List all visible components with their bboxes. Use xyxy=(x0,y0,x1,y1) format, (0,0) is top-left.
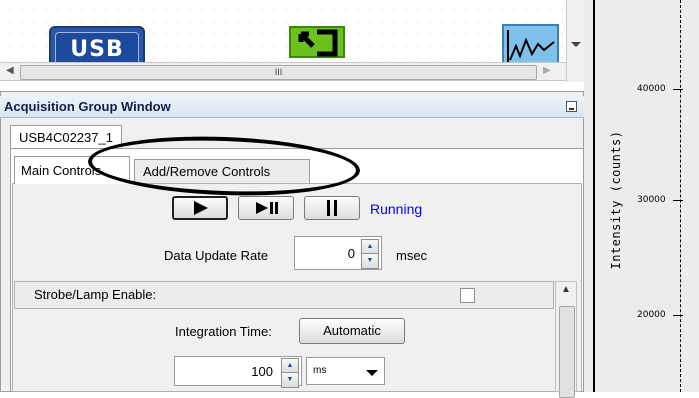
spectrum-graph-icon[interactable] xyxy=(502,24,559,64)
pause-icon xyxy=(327,200,337,216)
y-axis-label: Intensity (counts) xyxy=(609,130,623,270)
pause-button[interactable] xyxy=(304,196,360,220)
minimize-icon[interactable] xyxy=(566,101,577,112)
data-update-rate-label: Data Update Rate xyxy=(164,248,269,263)
automatic-button[interactable]: Automatic xyxy=(299,318,405,344)
strobe-lamp-checkbox[interactable] xyxy=(460,288,475,303)
window-title: Acquisition Group Window xyxy=(4,99,171,114)
data-update-rate-unit: msec xyxy=(396,248,428,263)
y-tick-mark xyxy=(673,315,683,316)
scrollbar-thumb[interactable]: III xyxy=(20,65,537,80)
single-step-button[interactable] xyxy=(238,196,294,220)
integration-time-label: Integration Time: xyxy=(175,324,272,339)
y-axis xyxy=(680,0,681,392)
usb-label: USB xyxy=(55,32,139,66)
graph-separator xyxy=(593,0,595,392)
controls-vertical-scrollbar[interactable]: ▲ xyxy=(555,281,577,398)
green-export-icon[interactable] xyxy=(289,26,345,58)
canvas-horizontal-scrollbar[interactable]: ◀ III ▶ xyxy=(0,62,566,81)
scroll-right-arrow-icon[interactable]: ▶ xyxy=(543,65,551,76)
scroll-down-arrow-icon[interactable] xyxy=(571,42,581,47)
tab-main-controls-label: Main Controls xyxy=(21,163,102,178)
scroll-up-arrow-icon[interactable]: ▲ xyxy=(561,284,571,295)
y-tick-label: 20000 xyxy=(637,310,666,320)
y-tick-mark xyxy=(673,200,683,201)
scroll-left-arrow-icon[interactable]: ◀ xyxy=(6,65,14,76)
y-tick-label: 40000 xyxy=(637,84,666,94)
y-tick-label: 30000 xyxy=(637,195,666,205)
device-tab-label: USB4C02237_1 xyxy=(19,130,113,145)
tab-device[interactable]: USB4C02237_1 xyxy=(10,125,122,149)
acquisition-status: Running xyxy=(370,201,423,217)
step-icon xyxy=(256,202,278,214)
data-update-rate-field[interactable]: 0 ▲ ▼ xyxy=(294,236,382,270)
data-update-rate-value: 0 xyxy=(347,246,355,261)
tab-add-remove-controls[interactable]: Add/Remove Controls xyxy=(134,159,310,183)
strobe-lamp-label: Strobe/Lamp Enable: xyxy=(34,287,157,302)
canvas-vertical-scrollbar[interactable] xyxy=(566,0,584,82)
integration-time-field[interactable]: 100 ▲ ▼ xyxy=(174,356,302,388)
tab-add-remove-label: Add/Remove Controls xyxy=(143,164,271,179)
y-tick-mark xyxy=(673,89,683,90)
tab-main-controls[interactable]: Main Controls xyxy=(14,156,130,184)
play-button[interactable] xyxy=(172,196,228,220)
play-icon xyxy=(194,201,208,215)
integration-unit-value: ms xyxy=(313,365,327,376)
integration-unit-select[interactable]: ms xyxy=(306,357,385,385)
chevron-down-icon xyxy=(366,370,378,376)
y-axis-label-box: Intensity (counts) xyxy=(596,129,636,277)
controls-scrollbar-thumb[interactable] xyxy=(559,306,575,398)
integration-time-value: 100 xyxy=(251,364,273,379)
decrement-arrow-icon[interactable]: ▼ xyxy=(281,372,299,388)
decrement-arrow-icon[interactable]: ▼ xyxy=(361,253,379,269)
